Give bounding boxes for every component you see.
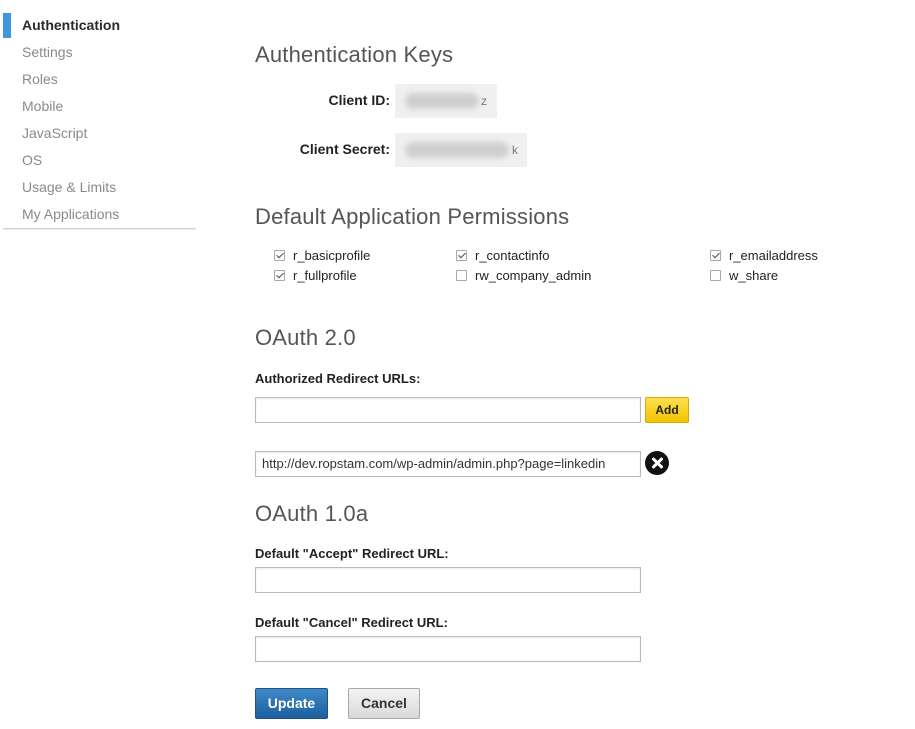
cancel-redirect-input[interactable] <box>255 636 641 662</box>
sidebar-item-authentication[interactable]: Authentication <box>3 12 196 39</box>
checkbox-r-emailaddress[interactable] <box>710 250 721 261</box>
cancel-button[interactable]: Cancel <box>348 688 420 719</box>
permission-label: r_fullprofile <box>293 268 357 283</box>
remove-url-icon[interactable] <box>645 451 669 475</box>
permission-label: r_contactinfo <box>475 248 550 263</box>
redirect-url-entry[interactable]: http://dev.ropstam.com/wp-admin/admin.ph… <box>255 451 641 477</box>
client-id-tail: z <box>481 94 487 108</box>
client-id-label: Client ID: <box>328 92 390 108</box>
client-id-value: z <box>395 84 497 118</box>
checkbox-r-fullprofile[interactable] <box>274 270 285 281</box>
client-id-redacted <box>405 93 479 109</box>
add-url-button[interactable]: Add <box>645 397 689 423</box>
oauth2-heading: OAuth 2.0 <box>255 325 356 350</box>
checkbox-rw-company-admin[interactable] <box>456 270 467 281</box>
sidebar-item-javascript[interactable]: JavaScript <box>3 120 196 147</box>
sidebar-item-my-applications[interactable]: My Applications <box>3 201 196 228</box>
permission-label: w_share <box>729 268 779 283</box>
client-secret-tail: k <box>512 143 518 157</box>
checkbox-w-share[interactable] <box>710 270 721 281</box>
new-redirect-url-input[interactable] <box>255 397 641 423</box>
client-secret-value: k <box>395 133 527 167</box>
checkbox-r-contactinfo[interactable] <box>456 250 467 261</box>
accept-redirect-input[interactable] <box>255 567 641 593</box>
redirect-urls-label: Authorized Redirect URLs: <box>255 371 421 386</box>
permissions-heading: Default Application Permissions <box>255 204 570 229</box>
oauth1-heading: OAuth 1.0a <box>255 501 369 526</box>
cancel-redirect-label: Default "Cancel" Redirect URL: <box>255 615 448 630</box>
client-secret-label: Client Secret: <box>299 141 390 157</box>
permission-label: r_emailaddress <box>729 248 818 263</box>
checkbox-r-basicprofile[interactable] <box>274 250 285 261</box>
accept-redirect-label: Default "Accept" Redirect URL: <box>255 546 449 561</box>
auth-keys-heading: Authentication Keys <box>255 42 454 67</box>
update-button[interactable]: Update <box>255 688 328 719</box>
sidebar-item-settings[interactable]: Settings <box>3 39 196 66</box>
permission-label: r_basicprofile <box>293 248 371 263</box>
sidebar-nav: Authentication Settings Roles Mobile Jav… <box>3 12 196 229</box>
sidebar-item-usage-limits[interactable]: Usage & Limits <box>3 174 196 201</box>
permission-label: rw_company_admin <box>475 268 592 283</box>
client-secret-redacted <box>405 142 509 158</box>
sidebar-item-os[interactable]: OS <box>3 147 196 174</box>
sidebar-item-mobile[interactable]: Mobile <box>3 93 196 120</box>
sidebar-item-roles[interactable]: Roles <box>3 66 196 93</box>
